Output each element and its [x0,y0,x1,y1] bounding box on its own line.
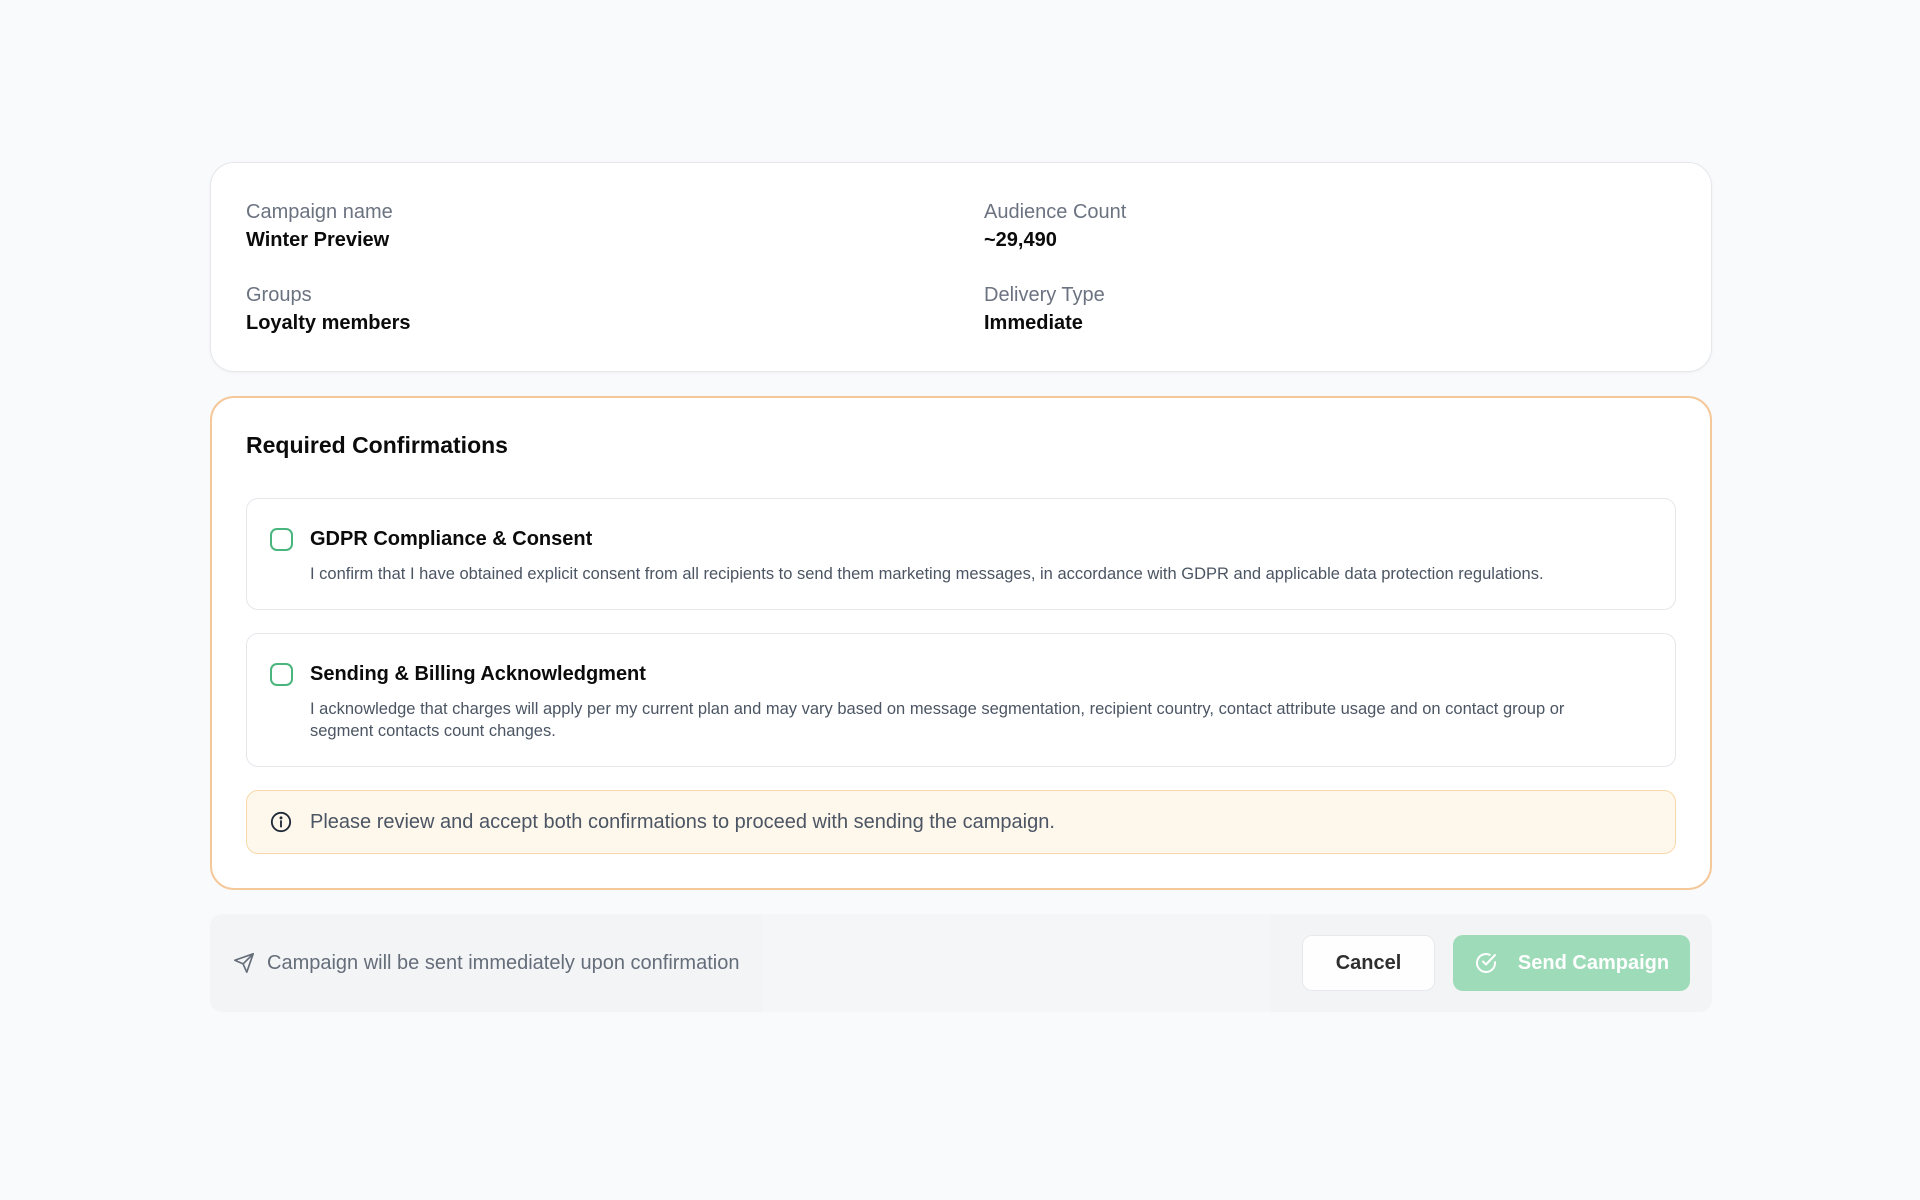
groups-label: Groups [246,284,312,306]
confirmation-notice: Please review and accept both confirmati… [246,790,1676,854]
campaign-name-block: Campaign name Winter Preview [246,200,984,252]
send-campaign-button[interactable]: Send Campaign [1453,935,1690,991]
action-footer: Campaign will be sent immediately upon c… [210,914,1712,1012]
cancel-button-label: Cancel [1335,951,1402,974]
campaign-summary-card: Campaign name Winter Preview Audience Co… [210,162,1712,372]
confirmations-title: Required Confirmations [246,432,508,458]
check-circle-icon [1475,953,1496,973]
campaign-name-value: Winter Preview [246,229,390,251]
billing-text-group: Sending & Billing Acknowledgment I ackno… [310,661,1647,742]
billing-description: I acknowledge that charges will apply pe… [310,700,1565,740]
campaign-confirm-panel: Campaign name Winter Preview Audience Co… [210,162,1712,1012]
cancel-button[interactable]: Cancel [1302,935,1435,991]
billing-confirmation-item[interactable]: Sending & Billing Acknowledgment I ackno… [246,633,1676,767]
gdpr-checkbox[interactable] [270,528,293,551]
audience-count-label: Audience Count [984,201,1127,223]
gdpr-description: I confirm that I have obtained explicit … [310,565,1544,583]
gdpr-text-group: GDPR Compliance & Consent I confirm that… [310,526,1564,585]
notice-text: Please review and accept both confirmati… [310,810,1055,833]
gdpr-confirmation-item[interactable]: GDPR Compliance & Consent I confirm that… [246,498,1676,610]
footer-status: Campaign will be sent immediately upon c… [233,952,1302,975]
audience-count-value: ~29,490 [984,229,1057,251]
billing-checkbox[interactable] [270,663,293,686]
delivery-type-block: Delivery Type Immediate [984,283,1676,335]
audience-count-block: Audience Count ~29,490 [984,200,1676,252]
footer-status-text: Campaign will be sent immediately upon c… [267,951,740,974]
delivery-type-label: Delivery Type [984,284,1105,306]
campaign-name-label: Campaign name [246,201,393,223]
gdpr-title: GDPR Compliance & Consent [310,528,593,550]
send-icon [234,953,254,973]
required-confirmations-card: Required Confirmations GDPR Compliance &… [210,396,1712,890]
delivery-type-value: Immediate [984,312,1083,334]
info-icon [270,811,292,833]
groups-block: Groups Loyalty members [246,283,984,335]
billing-title: Sending & Billing Acknowledgment [310,663,646,685]
send-campaign-label: Send Campaign [1517,951,1670,974]
groups-value: Loyalty members [246,312,411,334]
